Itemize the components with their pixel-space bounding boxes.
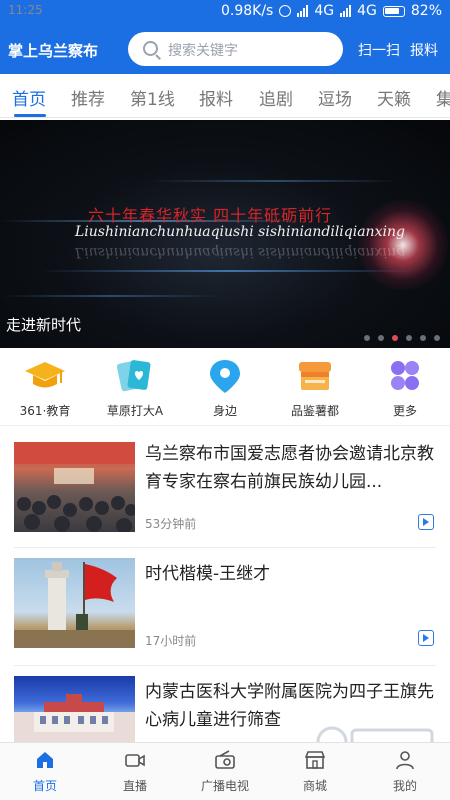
video-icon (418, 514, 434, 530)
status-time: 11:25 (8, 3, 43, 17)
cards-heart-icon (115, 358, 155, 394)
report-button[interactable]: 报料 (410, 40, 438, 60)
tab-frontline[interactable]: 第1线 (130, 85, 175, 110)
battery-icon (382, 5, 405, 17)
nav-mall[interactable]: 商城 (280, 749, 350, 794)
search-icon (143, 41, 158, 56)
light-streak (0, 295, 220, 297)
location-pin-icon (205, 358, 245, 394)
bottom-nav: 首页 直播 广播电视 商城 我的 (0, 742, 450, 800)
quick-label: 品鉴薯都 (290, 404, 339, 418)
quick-label: 更多 (392, 404, 417, 418)
store-icon (304, 749, 326, 771)
tab-fun[interactable]: 逗场 (318, 85, 352, 110)
light-streak (40, 270, 420, 272)
carousel-dots (364, 335, 440, 341)
scan-button[interactable]: 扫一扫 (358, 40, 400, 60)
nav-live[interactable]: 直播 (100, 749, 170, 794)
graduation-cap-icon (25, 358, 65, 394)
alarm-icon (279, 5, 292, 17)
quick-label: 草原打大A (106, 404, 164, 418)
quick-item-potato-city[interactable]: 品鉴薯都 (270, 358, 360, 419)
nav-label: 首页 (32, 779, 57, 793)
tab-recommend[interactable]: 推荐 (71, 85, 105, 110)
nav-label: 广播电视 (200, 779, 249, 793)
signal-icon-2 (340, 5, 352, 17)
news-title: 乌兰察布市国爱志愿者协会邀请北京教育专家在察右前旗民族幼儿园... (145, 444, 434, 492)
app-header: 掌上乌兰察布 搜索关键字 扫一扫 报料 (0, 30, 450, 68)
video-camera-icon (124, 749, 146, 771)
status-bar: 11:25 0.98K/s 4G 4G 82% (0, 0, 450, 24)
radio-icon (214, 749, 236, 771)
news-thumbnail (14, 676, 135, 742)
user-icon (394, 749, 416, 771)
quick-nav: 361·教育 草原打大A 身边 品鉴薯都 更多 (0, 348, 450, 426)
status-indicators: 0.98K/s 4G 4G 82% (221, 3, 442, 19)
news-thumbnail (14, 442, 135, 532)
news-item[interactable]: 乌兰察布市国爱志愿者协会邀请北京教育专家在察右前旗民族幼儿园... 53分钟前 (0, 430, 450, 548)
carousel-dot[interactable] (364, 335, 370, 341)
banner-caption: 走进新时代 (6, 316, 82, 334)
app-title: 掌上乌兰察布 (8, 42, 99, 60)
quick-item-grassland[interactable]: 草原打大A (90, 358, 180, 419)
banner-pinyin: Liushinianchunhuaqiushi sishiniandiliqia… (75, 224, 405, 240)
shop-awning-icon (295, 358, 335, 394)
nav-broadcast[interactable]: 广播电视 (190, 749, 260, 794)
search-placeholder: 搜索关键字 (168, 43, 238, 59)
banner-pinyin-reflection: Liushinianchunhuaqiushi sishiniandiliqia… (75, 244, 405, 260)
quick-label: 361·教育 (19, 404, 71, 418)
light-streak (150, 180, 400, 182)
quick-item-more[interactable]: 更多 (360, 358, 450, 419)
nav-label: 直播 (122, 779, 147, 793)
tab-more-cut[interactable]: 集 (436, 85, 450, 110)
carousel-dot[interactable] (406, 335, 412, 341)
nav-label: 我的 (392, 779, 417, 793)
tab-report[interactable]: 报料 (199, 85, 233, 110)
quick-label: 身边 (212, 404, 237, 418)
tab-drama[interactable]: 追剧 (259, 85, 293, 110)
battery-percent: 82% (410, 3, 442, 19)
search-bar[interactable]: 搜索关键字 (128, 32, 343, 66)
carousel-dot[interactable] (434, 335, 440, 341)
nav-label: 商城 (302, 779, 327, 793)
network-label-2: 4G (357, 3, 377, 19)
quick-item-nearby[interactable]: 身边 (180, 358, 270, 419)
channel-tabs: 首页 推荐 第1线 报料 追剧 逗场 天籁 集 (0, 74, 450, 118)
signal-icon (297, 5, 309, 17)
net-speed: 0.98K/s (220, 3, 274, 19)
carousel-dot[interactable] (378, 335, 384, 341)
quick-item-education[interactable]: 361·教育 (0, 358, 90, 419)
tab-music[interactable]: 天籁 (377, 85, 411, 110)
tab-home[interactable]: 首页 (12, 85, 46, 110)
banner-carousel[interactable]: 六十年春华秋实 四十年砥砺前行 Liushinianchunhuaqiushi … (0, 120, 450, 348)
news-time: 17小时前 (145, 634, 197, 648)
news-time: 53分钟前 (145, 517, 197, 531)
nav-home[interactable]: 首页 (10, 749, 80, 794)
carousel-dot[interactable] (420, 335, 426, 341)
home-icon (34, 749, 56, 771)
news-thumbnail (14, 558, 135, 648)
banner-headline: 六十年春华秋实 四十年砥砺前行 (88, 206, 333, 225)
nav-mine[interactable]: 我的 (370, 749, 440, 794)
news-title: 时代楷模-王继才 (145, 564, 271, 584)
news-item[interactable]: 时代楷模-王继才 17小时前 (0, 548, 450, 666)
video-icon (418, 630, 434, 646)
active-tab-indicator (14, 114, 46, 117)
carousel-dot-active[interactable] (392, 335, 398, 341)
grid-petals-icon (385, 358, 425, 394)
network-label-1: 4G (314, 3, 335, 19)
